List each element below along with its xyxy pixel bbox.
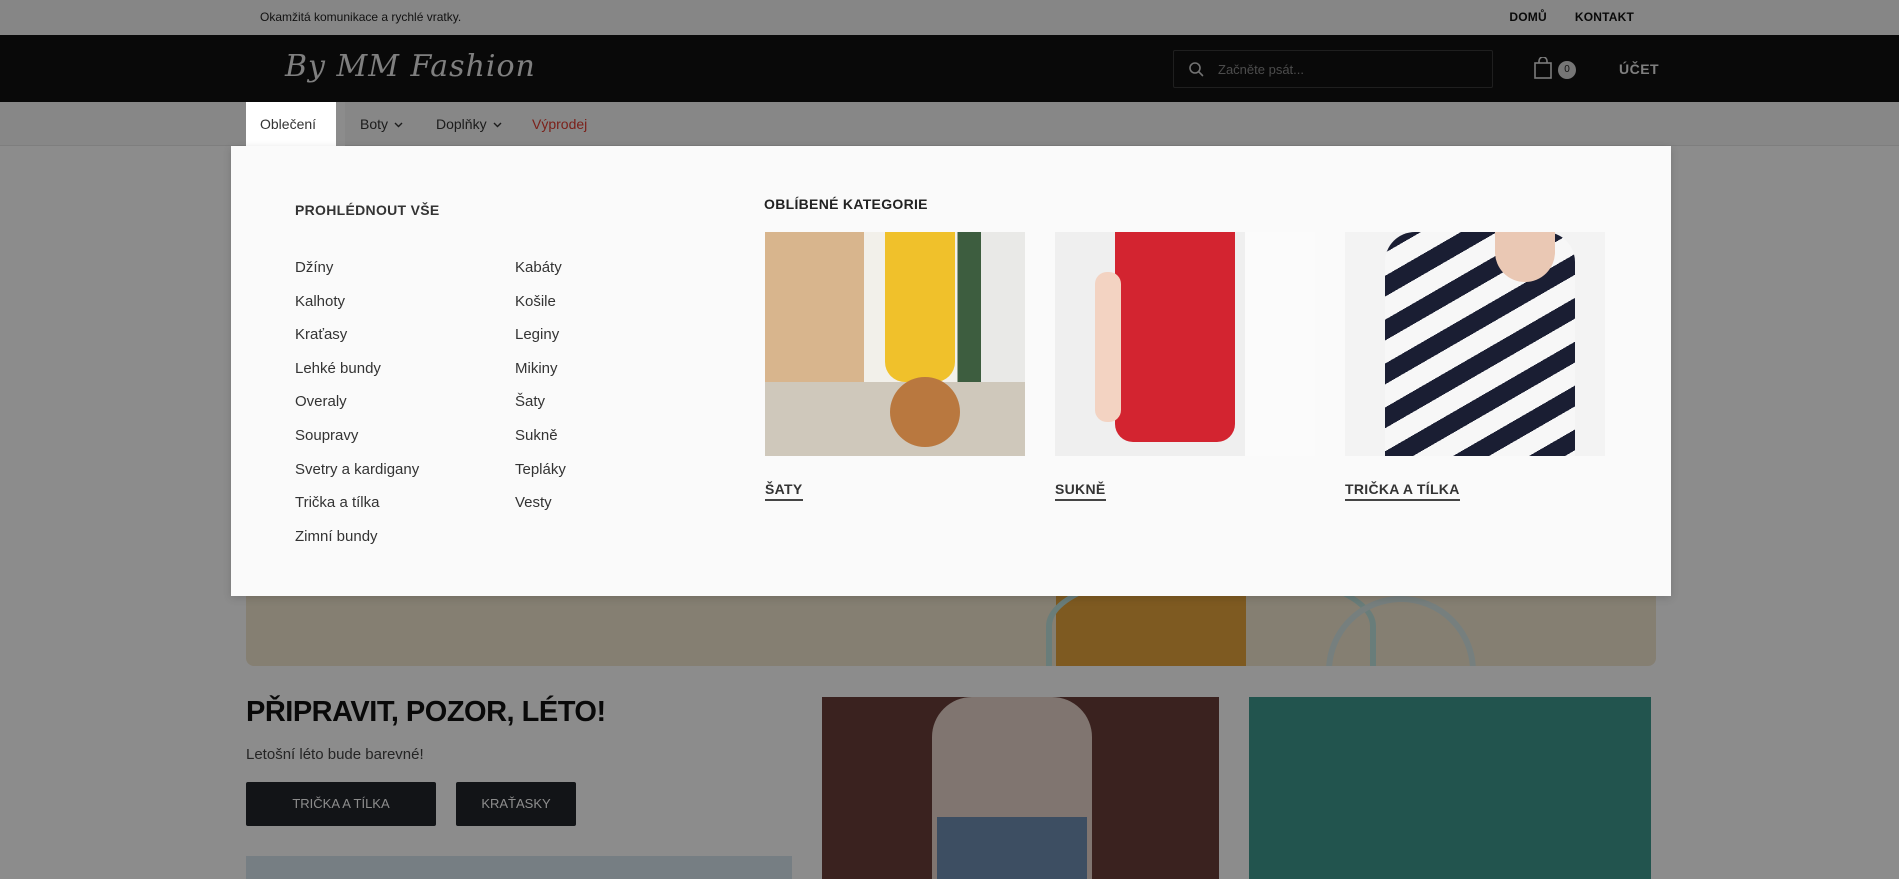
category-link[interactable]: Overaly [295,385,495,419]
category-link[interactable]: Kraťasy [295,318,495,352]
nav-item-obleceni-active[interactable]: Oblečení [246,102,336,172]
nav-item-label: Oblečení [260,116,317,132]
image-yellow-dress [885,232,955,382]
image-arm [1095,272,1121,422]
category-link[interactable]: Kabáty [515,251,715,285]
card-label-sukne[interactable]: SUKNĚ [1055,481,1106,501]
card-label-tricka[interactable]: TRIČKA A TÍLKA [1345,481,1460,501]
category-link[interactable]: Tepláky [515,453,715,487]
mega-menu-obleceni: PROHLÉDNOUT VŠE Džíny Kalhoty Kraťasy Le… [231,146,1671,596]
card-image-sukne[interactable] [1055,232,1315,456]
favorite-card-tricka[interactable]: TRIČKA A TÍLKA [1345,232,1605,501]
category-link[interactable]: Zimní bundy [295,520,495,554]
category-column-2: Kabáty Košile Leginy Mikiny Šaty Sukně T… [515,251,715,520]
category-link[interactable]: Lehké bundy [295,352,495,386]
category-link[interactable]: Vesty [515,486,715,520]
card-image-saty[interactable] [765,232,1025,456]
card-image-tricka[interactable] [1345,232,1605,456]
card-label-saty[interactable]: ŠATY [765,481,803,501]
category-link[interactable]: Kalhoty [295,285,495,319]
favorite-card-sukne[interactable]: SUKNĚ [1055,232,1315,501]
category-link[interactable]: Soupravy [295,419,495,453]
category-link[interactable]: Mikiny [515,352,715,386]
browse-all-link[interactable]: PROHLÉDNOUT VŠE [295,202,440,218]
category-link[interactable]: Džíny [295,251,495,285]
image-red-dress [1115,232,1235,442]
image-straw-hat [890,377,960,447]
category-column-1: Džíny Kalhoty Kraťasy Lehké bundy Overal… [295,251,495,553]
favorite-card-saty[interactable]: ŠATY [765,232,1025,501]
category-link[interactable]: Sukně [515,419,715,453]
category-link[interactable]: Šaty [515,385,715,419]
category-link[interactable]: Svetry a kardigany [295,453,495,487]
favorites-title: OBLÍBENÉ KATEGORIE [764,196,928,212]
category-link[interactable]: Košile [515,285,715,319]
image-wall [1245,232,1315,456]
category-link[interactable]: Trička a tílka [295,486,495,520]
category-link[interactable]: Leginy [515,318,715,352]
